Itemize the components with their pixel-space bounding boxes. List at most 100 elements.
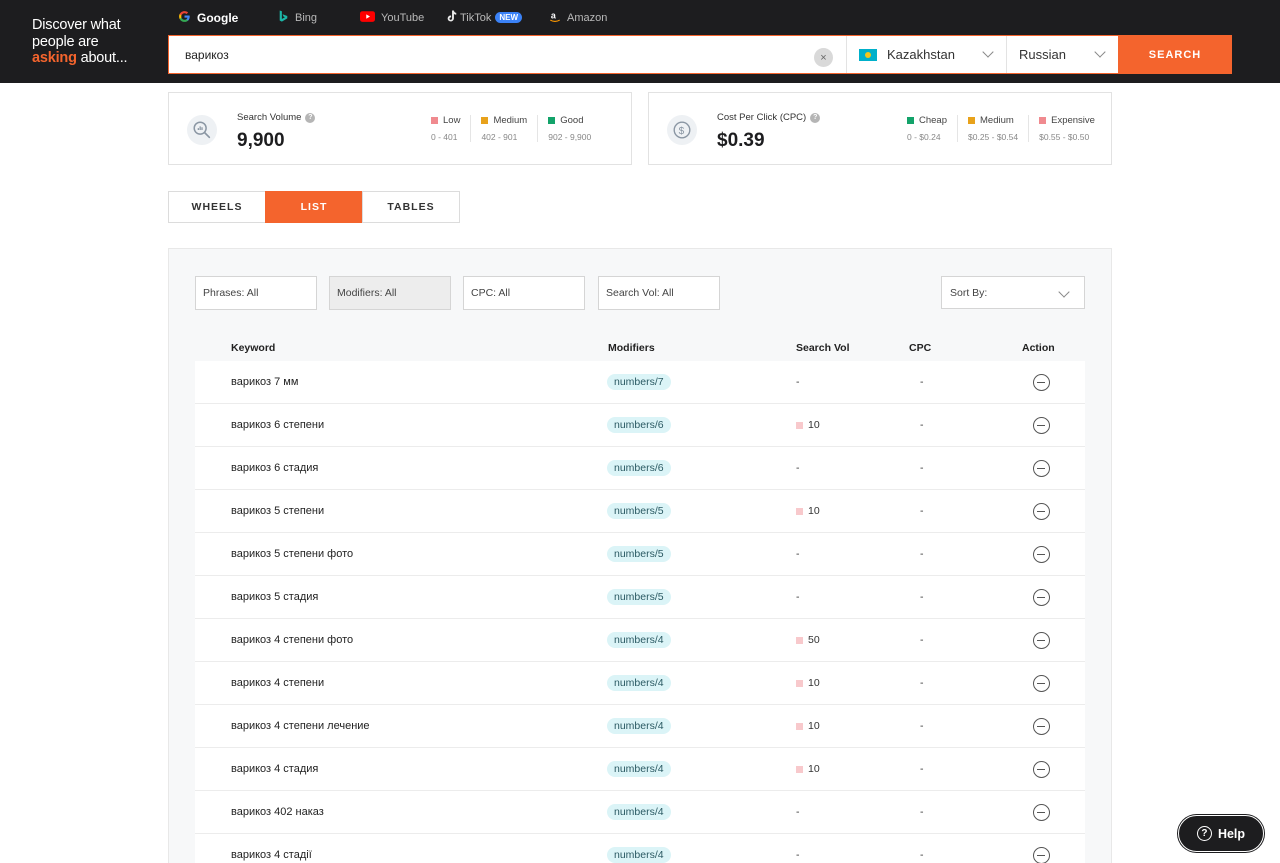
low-swatch <box>431 117 438 124</box>
engine-tab-youtube[interactable]: YouTube <box>350 0 434 35</box>
close-icon: × <box>820 51 827 64</box>
remove-circle-icon[interactable] <box>1033 546 1050 563</box>
modifier-chip[interactable]: numbers/6 <box>607 417 671 433</box>
keyword-cell[interactable]: варикоз 7 мм <box>231 376 298 388</box>
keyword-cell[interactable]: варикоз 402 наказ <box>231 806 324 818</box>
cpc-cell: - <box>920 763 924 775</box>
modifiers-filter[interactable]: Modifiers: All <box>329 276 451 310</box>
table-row: варикоз 7 мм numbers/7 - - <box>195 361 1085 404</box>
cpc-card: $ Cost Per Click (CPC) ? $0.39 Cheap 0 -… <box>648 92 1112 165</box>
tab-list[interactable]: LIST <box>265 191 363 223</box>
col-keyword[interactable]: Keyword <box>231 342 275 354</box>
search-vol-cell: - <box>796 548 800 560</box>
modifier-chip[interactable]: numbers/5 <box>607 503 671 519</box>
search-vol-filter[interactable]: Search Vol: All <box>598 276 720 310</box>
search-vol-cell: 10 <box>796 505 820 517</box>
remove-circle-icon[interactable] <box>1033 460 1050 477</box>
search-vol-cell: - <box>796 376 800 388</box>
modifier-chip[interactable]: numbers/5 <box>607 546 671 562</box>
modifier-chip[interactable]: numbers/4 <box>607 847 671 863</box>
sort-by-select[interactable]: Sort By: <box>941 276 1085 309</box>
legend-item-expensive: Expensive $0.55 - $0.50 <box>1028 115 1105 142</box>
keyword-cell[interactable]: варикоз 5 степени фото <box>231 548 353 560</box>
legend-range: $0.25 - $0.54 <box>968 132 1019 142</box>
medium-swatch <box>481 117 489 124</box>
remove-circle-icon[interactable] <box>1033 804 1050 821</box>
search-vol-value: 10 <box>808 419 820 431</box>
col-search-vol[interactable]: Search Vol <box>796 342 850 354</box>
remove-circle-icon[interactable] <box>1033 847 1050 863</box>
remove-circle-icon[interactable] <box>1033 632 1050 649</box>
legend-item-medium: Medium 402 - 901 <box>470 115 537 142</box>
modifier-chip[interactable]: numbers/5 <box>607 589 671 605</box>
modifier-chip[interactable]: numbers/4 <box>607 675 671 691</box>
keyword-table-body: варикоз 7 мм numbers/7 - - варикоз 6 степени… <box>195 361 1085 863</box>
remove-circle-icon[interactable] <box>1033 761 1050 778</box>
table-row: варикоз 5 степени фото numbers/5 - - <box>195 533 1085 576</box>
cpc-cell: - <box>920 376 924 388</box>
modifier-chip[interactable]: numbers/6 <box>607 460 671 476</box>
modifier-chip[interactable]: numbers/7 <box>607 374 671 390</box>
keyword-cell[interactable]: варикоз 4 степени фото <box>231 634 353 646</box>
remove-circle-icon[interactable] <box>1033 589 1050 606</box>
cpc-filter[interactable]: CPC: All <box>463 276 585 310</box>
table-row: варикоз 4 стадії numbers/4 - - <box>195 834 1085 863</box>
tab-tables[interactable]: TABLES <box>362 191 460 223</box>
keyword-cell[interactable]: варикоз 4 степени <box>231 677 324 689</box>
help-button[interactable]: ? Help <box>1178 815 1264 852</box>
help-question-icon[interactable]: ? <box>810 112 821 123</box>
search-volume-label: Search Volume ? <box>237 112 316 123</box>
legend-item-low: Low 0 - 401 <box>421 115 470 142</box>
keyword-cell[interactable]: варикоз 5 стадия <box>231 591 318 603</box>
good-swatch <box>548 117 556 124</box>
help-question-icon[interactable]: ? <box>305 112 316 123</box>
engine-label-amazon: Amazon <box>567 11 608 24</box>
table-row: варикоз 4 степени numbers/4 10 - <box>195 662 1085 705</box>
legend-range: 402 - 901 <box>481 132 518 142</box>
language-select[interactable]: Russian <box>1006 36 1118 73</box>
modifier-chip[interactable]: numbers/4 <box>607 761 671 777</box>
svg-text:$: $ <box>679 126 685 137</box>
remove-circle-icon[interactable] <box>1033 503 1050 520</box>
cpc-label: Cost Per Click (CPC) ? <box>717 112 821 123</box>
search-vol-value: 10 <box>808 720 820 732</box>
search-vol-cell: 10 <box>796 763 820 775</box>
view-tabs: WHEELS LIST TABLES <box>168 191 460 223</box>
modifier-chip[interactable]: numbers/4 <box>607 718 671 734</box>
engine-tab-tiktok[interactable]: TikTok NEW <box>436 0 532 35</box>
modifier-chip[interactable]: numbers/4 <box>607 804 671 820</box>
country-select-value: Kazakhstan <box>887 47 955 62</box>
search-button[interactable]: SEARCH <box>1118 35 1232 74</box>
phrases-filter[interactable]: Phrases: All <box>195 276 317 310</box>
search-vol-value: 10 <box>808 677 820 689</box>
col-cpc[interactable]: CPC <box>909 342 931 354</box>
remove-circle-icon[interactable] <box>1033 718 1050 735</box>
table-row: варикоз 5 стадия numbers/5 - - <box>195 576 1085 619</box>
keyword-cell[interactable]: варикоз 6 степени <box>231 419 324 431</box>
new-badge: NEW <box>495 12 523 23</box>
keyword-cell[interactable]: варикоз 4 стадия <box>231 763 318 775</box>
engine-tab-amazon[interactable]: a Amazon <box>539 0 617 35</box>
sort-by-label: Sort By: <box>950 286 988 299</box>
remove-circle-icon[interactable] <box>1033 417 1050 434</box>
low-volume-swatch <box>796 722 803 730</box>
col-modifiers[interactable]: Modifiers <box>608 342 655 354</box>
cpc-label-text: Cost Per Click (CPC) <box>717 112 807 123</box>
country-select[interactable]: Kazakhstan <box>846 36 1006 73</box>
engine-tab-bing[interactable]: Bing <box>268 0 327 35</box>
engine-tab-google[interactable]: Google <box>168 0 248 35</box>
legend-range: $0.55 - $0.50 <box>1039 132 1090 142</box>
keyword-cell[interactable]: варикоз 4 стадії <box>231 849 312 861</box>
remove-circle-icon[interactable] <box>1033 675 1050 692</box>
keyword-cell[interactable]: варикоз 4 степени лечение <box>231 720 370 732</box>
tab-wheels[interactable]: WHEELS <box>168 191 266 223</box>
search-vol-cell: - <box>796 849 800 861</box>
keyword-cell[interactable]: варикоз 6 стадия <box>231 462 318 474</box>
search-input[interactable] <box>169 36 846 73</box>
amazon-icon: a <box>549 10 561 26</box>
clear-search-button[interactable]: × <box>814 48 833 67</box>
cpc-cell: - <box>920 720 924 732</box>
modifier-chip[interactable]: numbers/4 <box>607 632 671 648</box>
remove-circle-icon[interactable] <box>1033 374 1050 391</box>
keyword-cell[interactable]: варикоз 5 степени <box>231 505 324 517</box>
